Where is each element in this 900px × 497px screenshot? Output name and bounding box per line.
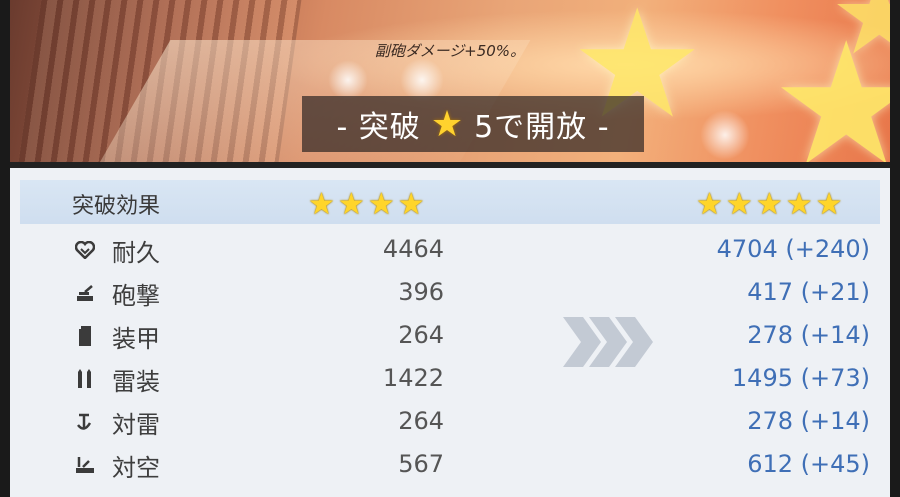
torpedo-icon [74,366,96,392]
star-icon: ★ [367,187,395,222]
stat-label: 砲撃 [112,282,160,310]
stat-after: 417 (+21) [747,278,870,306]
table-row: 対空 567 612 (+45) [10,446,890,486]
breakthrough-panel: ★ ★ ★ 副砲ダメージ+50%。 - 突破 ★ 5で開放 - 突破効果 ★ ★ ★… [10,0,890,497]
star-icon: ★ [785,187,813,222]
stat-label: 対空 [112,454,160,482]
skill-banner: ★ ★ ★ 副砲ダメージ+50%。 - 突破 ★ 5で開放 - [10,0,890,162]
unlock-suffix: 5で開放 - [474,110,610,145]
table-row: 耐久 4464 4704 (+240) [10,231,890,271]
before-star-rating: ★ ★ ★ ★ [308,190,425,220]
stat-before: 4464 [382,235,444,263]
armor-icon [74,323,96,349]
anchor-icon [74,409,96,435]
after-star-rating: ★ ★ ★ ★ ★ [696,190,843,220]
stat-before: 396 [398,278,444,306]
star-icon: ★ [725,187,753,222]
triple-chevron-arrow-icon [563,317,653,367]
unlock-prefix: - 突破 [336,110,421,145]
stat-before: 567 [398,450,444,478]
star-icon: ★ [337,187,365,222]
heart-icon [74,237,96,263]
star-icon: ★ [397,187,425,222]
stat-after: 4704 (+240) [716,235,870,263]
stat-after: 278 (+14) [747,321,870,349]
anti-air-icon [74,452,96,478]
header-label: 突破効果 [72,194,161,219]
stat-label: 対雷 [112,411,160,439]
star-icon: ★ [308,187,335,222]
stat-after: 278 (+14) [747,407,870,435]
star-icon: ★ [696,187,723,222]
effect-description: 副砲ダメージ+50%。 [374,42,526,60]
unlock-condition: - 突破 ★ 5で開放 - [302,96,644,152]
star-icon: ★ [430,103,465,145]
stat-after: 612 (+45) [747,450,870,478]
bokeh-light [700,110,750,160]
stat-before: 1422 [382,364,444,392]
star-icon: ★ [755,187,783,222]
table-row: 雷装 1422 1495 (+73) [10,360,890,400]
stat-before: 264 [398,407,444,435]
bokeh-light [328,60,368,100]
gun-icon [74,280,96,306]
stat-after: 1495 (+73) [731,364,870,392]
table-row: 砲撃 396 417 (+21) [10,274,890,314]
table-row: 対雷 264 278 (+14) [10,403,890,443]
stat-label: 装甲 [112,325,160,353]
stat-before: 264 [398,321,444,349]
divider [10,162,890,168]
stat-label: 耐久 [112,239,160,267]
star-icon: ★ [815,187,843,222]
stat-label: 雷装 [112,368,160,396]
table-row: 装甲 264 278 (+14) [10,317,890,357]
